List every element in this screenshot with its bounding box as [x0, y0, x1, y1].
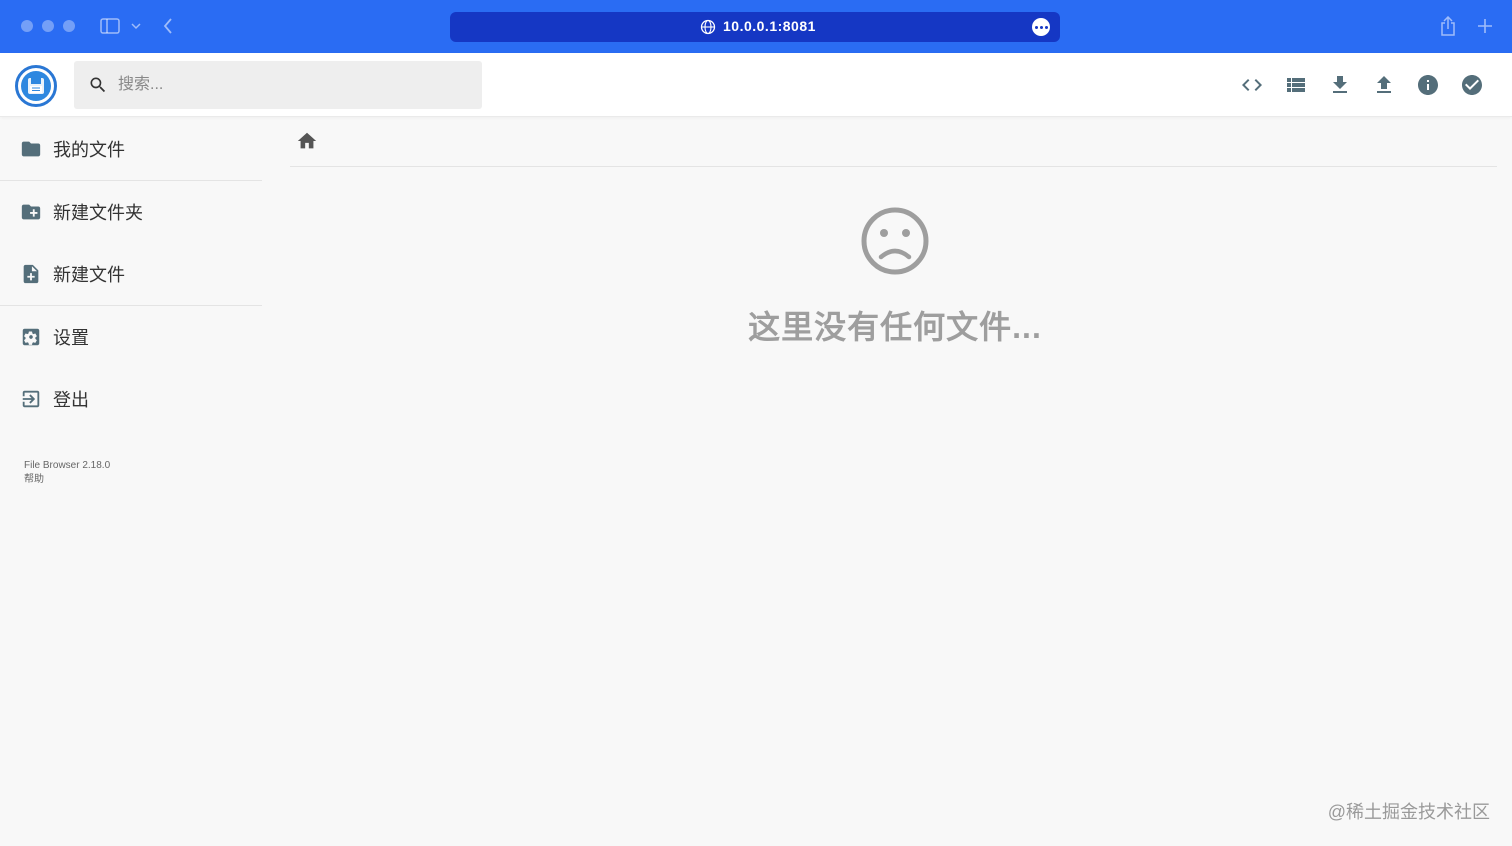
toolbar-actions: [1230, 53, 1494, 117]
share-icon[interactable]: [1438, 14, 1458, 38]
download-icon: [1333, 76, 1347, 93]
search-icon: [90, 77, 106, 93]
empty-state: 这里没有任何文件...: [700, 205, 1090, 348]
app-logo[interactable]: [15, 65, 57, 107]
home-icon: [297, 132, 317, 149]
sidebar-item-label: 设置: [53, 328, 89, 348]
check-circle-icon: [1462, 75, 1482, 95]
code-icon: [1242, 79, 1262, 91]
upload-icon: [1377, 76, 1391, 93]
back-icon[interactable]: [160, 14, 176, 38]
search-input[interactable]: [118, 61, 468, 109]
sidebar-item-logout[interactable]: 登出: [0, 368, 262, 430]
more-options-icon[interactable]: [1032, 18, 1050, 36]
close-window-button[interactable]: [21, 20, 33, 32]
settings-icon: [22, 328, 40, 346]
chevron-down-icon[interactable]: [130, 14, 142, 38]
empty-message: 这里没有任何文件...: [748, 309, 1042, 345]
search-box[interactable]: [74, 61, 482, 109]
sidebar-item-my-files[interactable]: 我的文件: [0, 118, 262, 180]
globe-icon: [700, 19, 716, 35]
sidebar-item-new-folder[interactable]: 新建文件夹: [0, 181, 262, 243]
sidebar-item-label: 新建文件夹: [53, 203, 143, 223]
download-button[interactable]: [1318, 63, 1362, 107]
list-view-icon: [1287, 78, 1305, 92]
address-bar[interactable]: 10.0.0.1:8081: [450, 12, 1060, 42]
code-button[interactable]: [1230, 63, 1274, 107]
upload-button[interactable]: [1362, 63, 1406, 107]
sidebar-toggle-icon[interactable]: [100, 14, 120, 38]
help-link[interactable]: 帮助: [24, 473, 110, 487]
sidebar-item-label: 新建文件: [53, 265, 125, 285]
info-button[interactable]: [1406, 63, 1450, 107]
maximize-window-button[interactable]: [63, 20, 75, 32]
url-text: 10.0.0.1:8081: [723, 18, 816, 34]
new-folder-icon: [21, 204, 41, 220]
minimize-window-button[interactable]: [42, 20, 54, 32]
new-tab-icon[interactable]: [1475, 14, 1495, 38]
folder-icon: [21, 141, 41, 157]
sidebar-item-label: 登出: [53, 390, 89, 410]
browser-toolbar: 10.0.0.1:8081: [0, 0, 1512, 53]
sidebar-item-new-file[interactable]: 新建文件: [0, 243, 262, 305]
sidebar-item-settings[interactable]: 设置: [0, 306, 262, 368]
logout-icon: [22, 390, 40, 408]
window-controls[interactable]: [21, 20, 75, 32]
new-file-icon: [23, 264, 39, 284]
sidebar-item-label: 我的文件: [53, 140, 125, 160]
info-icon: [1418, 75, 1438, 95]
breadcrumb: [290, 118, 1497, 167]
sidebar: 我的文件 新建文件夹 新建文件 设置 登出: [0, 118, 262, 430]
home-breadcrumb[interactable]: [296, 130, 318, 152]
list-view-button[interactable]: [1274, 63, 1318, 107]
credits: File Browser 2.18.0 帮助: [24, 459, 110, 487]
version-text: File Browser 2.18.0: [24, 460, 111, 471]
watermark: @稀土掘金技术社区: [1327, 802, 1490, 822]
select-multiple-button[interactable]: [1450, 63, 1494, 107]
sad-face-icon: [861, 207, 929, 275]
app-header: [0, 53, 1512, 117]
floppy-disk-icon: [28, 78, 44, 94]
